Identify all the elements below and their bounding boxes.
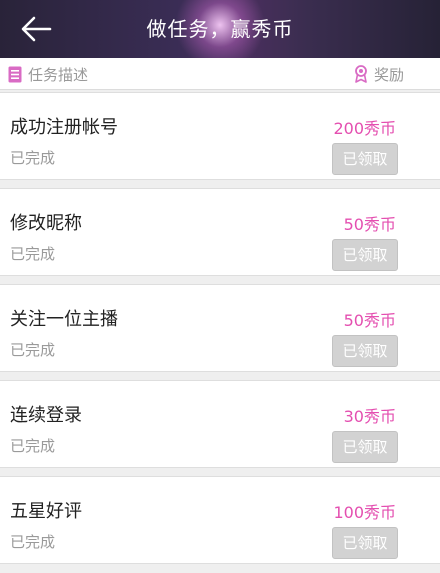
task-row-follow: 关注一位主播 已完成 50秀币 已领取	[0, 284, 440, 372]
claimed-button[interactable]: 已领取	[332, 335, 398, 367]
task-screen: 做任务，赢秀币 任务描述 奖励 成功注册帐号 已完成 200秀币 已领取 修改昵…	[0, 0, 440, 573]
award-ribbon-icon	[355, 65, 367, 83]
task-name: 修改昵称	[10, 213, 82, 234]
column-header: 任务描述 奖励	[0, 58, 440, 90]
task-row-nickname: 修改昵称 已完成 50秀币 已领取	[0, 188, 440, 276]
task-status: 已完成	[10, 437, 56, 455]
task-description-header: 任务描述	[8, 64, 88, 84]
task-status: 已完成	[10, 149, 56, 167]
task-name: 关注一位主播	[10, 309, 118, 330]
task-status: 已完成	[10, 245, 56, 263]
task-row-register: 成功注册帐号 已完成 200秀币 已领取	[0, 92, 440, 180]
task-name: 五星好评	[10, 501, 82, 522]
task-reward: 200秀币	[333, 119, 396, 138]
claimed-button[interactable]: 已领取	[332, 143, 398, 175]
page-title: 做任务，赢秀币	[146, 17, 294, 41]
task-name: 连续登录	[10, 405, 82, 426]
task-reward: 50秀币	[343, 215, 396, 234]
task-reward: 100秀币	[333, 503, 396, 522]
list-icon	[8, 66, 22, 82]
claimed-button[interactable]: 已领取	[332, 431, 398, 463]
task-row-rating: 五星好评 已完成 100秀币 已领取	[0, 476, 440, 564]
reward-header: 奖励	[354, 64, 404, 84]
reward-label: 奖励	[373, 65, 404, 84]
task-status: 已完成	[10, 533, 56, 551]
task-reward: 50秀币	[343, 311, 396, 330]
task-description-label: 任务描述	[28, 65, 89, 84]
task-reward: 30秀币	[343, 407, 396, 426]
task-status: 已完成	[10, 341, 56, 359]
header-bar: 做任务，赢秀币	[0, 0, 440, 58]
task-name: 成功注册帐号	[10, 117, 118, 138]
claimed-button[interactable]: 已领取	[332, 527, 398, 559]
task-list: 成功注册帐号 已完成 200秀币 已领取 修改昵称 已完成 50秀币 已领取 关…	[0, 92, 440, 572]
task-row-login: 连续登录 已完成 30秀币 已领取	[0, 380, 440, 468]
claimed-button[interactable]: 已领取	[332, 239, 398, 271]
